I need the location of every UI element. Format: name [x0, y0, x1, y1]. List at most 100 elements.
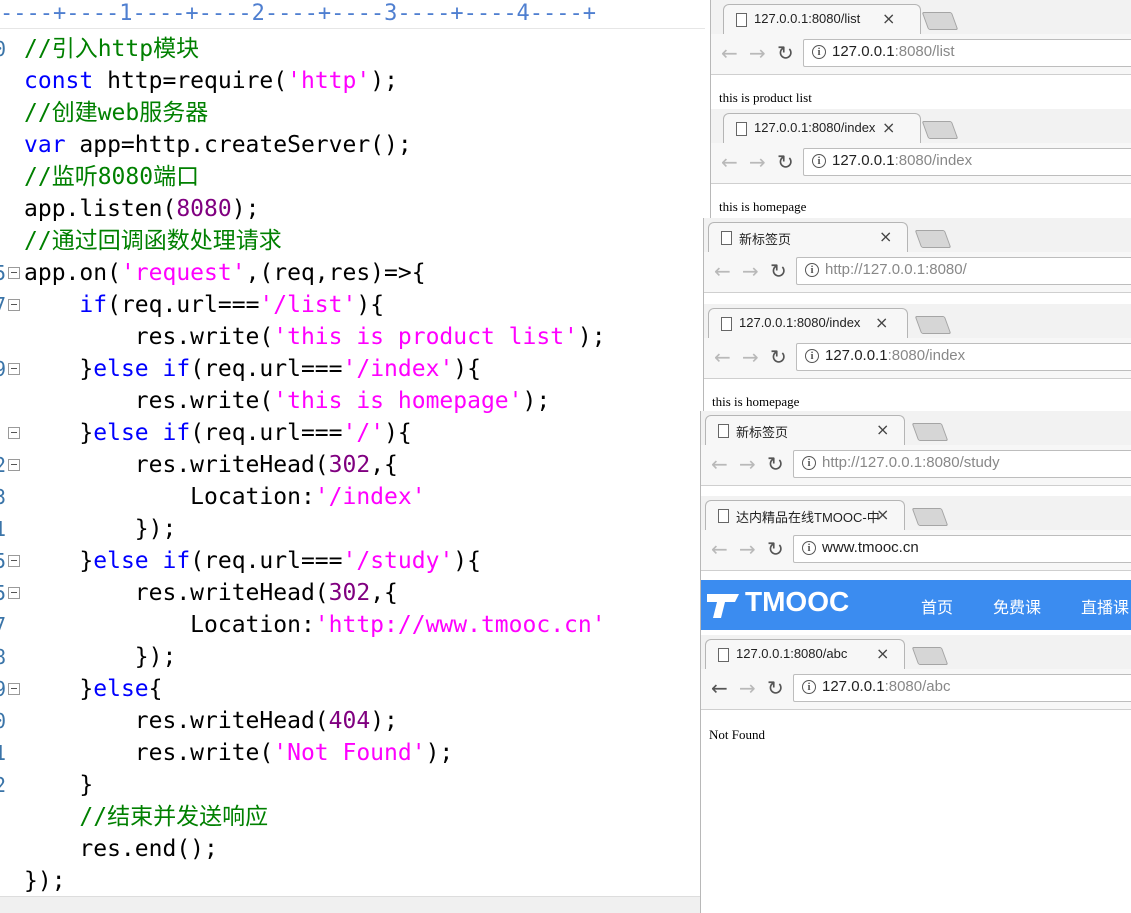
- browser-tab[interactable]: 127.0.0.1:8080/index ×: [723, 113, 921, 143]
- new-tab-button[interactable]: [911, 647, 949, 665]
- code-token: //创建web服务器: [24, 100, 209, 126]
- forward-arrow-icon[interactable]: →: [739, 538, 756, 560]
- address-bar[interactable]: i 127.0.0.1:8080/index: [796, 343, 1131, 371]
- line-number: 7: [0, 613, 7, 637]
- info-icon[interactable]: i: [802, 541, 816, 555]
- fold-toggle-icon[interactable]: [8, 683, 20, 695]
- fold-toggle-icon[interactable]: [8, 587, 20, 599]
- address-bar[interactable]: i 127.0.0.1:8080/index: [803, 148, 1131, 176]
- fold-toggle-icon[interactable]: [8, 363, 20, 375]
- info-icon[interactable]: i: [812, 154, 826, 168]
- forward-arrow-icon[interactable]: →: [742, 346, 759, 368]
- close-icon[interactable]: ×: [882, 118, 895, 137]
- back-arrow-icon[interactable]: ←: [714, 346, 731, 368]
- site-nav-item[interactable]: 首页: [921, 594, 953, 618]
- browser-tab[interactable]: 新标签页 ×: [705, 415, 905, 445]
- fold-toggle-icon[interactable]: [8, 427, 20, 439]
- info-icon[interactable]: i: [805, 263, 819, 277]
- browser-toolbar: ← → ↻ i 127.0.0.1:8080/list: [711, 34, 1131, 75]
- reload-icon[interactable]: ↻: [777, 151, 794, 173]
- browser-tab[interactable]: 达内精品在线TMOOC-中 ×: [705, 500, 905, 530]
- browser-tab[interactable]: 127.0.0.1:8080/index ×: [708, 308, 908, 338]
- forward-arrow-icon[interactable]: →: [742, 260, 759, 282]
- forward-arrow-icon[interactable]: →: [739, 453, 756, 475]
- tab-title: 新标签页: [736, 425, 789, 440]
- address-bar[interactable]: i www.tmooc.cn: [793, 535, 1131, 563]
- code-token: 'this is homepage': [273, 388, 523, 414]
- tab-strip: 达内精品在线TMOOC-中 ×: [701, 496, 1131, 530]
- new-tab-button[interactable]: [914, 230, 952, 248]
- info-icon[interactable]: i: [802, 680, 816, 694]
- page-content-text: Not Found: [709, 727, 765, 742]
- code-token: (req.url===: [190, 420, 343, 446]
- fold-toggle-icon[interactable]: [8, 459, 20, 471]
- new-tab-button[interactable]: [911, 423, 949, 441]
- back-arrow-icon[interactable]: ←: [721, 151, 738, 173]
- code-editor[interactable]: ----+----1----+----2----+----3----+----4…: [0, 0, 705, 913]
- tmooc-logo-icon: [707, 594, 739, 618]
- code-token: res.writeHead(: [24, 708, 329, 734]
- close-icon[interactable]: ×: [879, 227, 892, 246]
- back-arrow-icon[interactable]: ←: [711, 453, 728, 475]
- reload-icon[interactable]: ↻: [767, 538, 784, 560]
- browser-toolbar: ← → ↻ i www.tmooc.cn: [701, 530, 1131, 571]
- browser-tab[interactable]: 新标签页 ×: [708, 222, 908, 252]
- address-bar[interactable]: i http://127.0.0.1:8080/: [796, 257, 1131, 285]
- close-icon[interactable]: ×: [876, 420, 889, 439]
- info-icon[interactable]: i: [802, 456, 816, 470]
- reload-icon[interactable]: ↻: [770, 260, 787, 282]
- horizontal-scrollbar[interactable]: [0, 896, 705, 913]
- code-token: '/study': [342, 548, 454, 574]
- code-token: res.write(: [24, 324, 274, 350]
- forward-arrow-icon[interactable]: →: [739, 677, 756, 699]
- address-bar[interactable]: i 127.0.0.1:8080/list: [803, 39, 1131, 67]
- page-icon: [736, 122, 747, 136]
- browser-tab[interactable]: 127.0.0.1:8080/abc ×: [705, 639, 905, 669]
- address-bar[interactable]: i http://127.0.0.1:8080/study: [793, 450, 1131, 478]
- forward-arrow-icon[interactable]: →: [749, 151, 766, 173]
- address-bar[interactable]: i 127.0.0.1:8080/abc: [793, 674, 1131, 702]
- new-tab-button[interactable]: [914, 316, 952, 334]
- page-content-text: this is homepage: [719, 199, 807, 214]
- info-icon[interactable]: i: [805, 349, 819, 363]
- site-nav-item[interactable]: 直播课: [1081, 594, 1129, 618]
- url-host: 127.0.0.1: [825, 347, 888, 364]
- close-icon[interactable]: ×: [876, 644, 889, 663]
- fold-toggle-icon[interactable]: [8, 267, 20, 279]
- close-icon[interactable]: ×: [882, 9, 895, 28]
- code-token: 404: [328, 708, 371, 734]
- info-icon[interactable]: i: [812, 45, 826, 59]
- new-tab-button[interactable]: [921, 12, 959, 30]
- line-number: 8: [0, 645, 7, 669]
- new-tab-button[interactable]: [911, 508, 949, 526]
- url-text: 127.0.0.1:8080/index: [825, 347, 965, 364]
- close-icon[interactable]: ×: [876, 505, 889, 524]
- browser-window: 127.0.0.1:8080/index × ← → ↻ i 127.0.0.1:8080/…: [703, 304, 1131, 414]
- reload-icon[interactable]: ↻: [777, 42, 794, 64]
- fold-toggle-icon[interactable]: [8, 299, 20, 311]
- back-arrow-icon[interactable]: ←: [721, 42, 738, 64]
- browser-tab[interactable]: 127.0.0.1:8080/list ×: [723, 4, 921, 34]
- url-path: :8080/index: [894, 152, 973, 169]
- reload-icon[interactable]: ↻: [770, 346, 787, 368]
- code-line: //引入http模块: [24, 33, 199, 65]
- tab-strip: 127.0.0.1:8080/index ×: [711, 109, 1131, 143]
- reload-icon[interactable]: ↻: [767, 677, 784, 699]
- code-token: ){: [453, 548, 481, 574]
- back-arrow-icon[interactable]: ←: [711, 677, 728, 699]
- code-line: if(req.url==='/list'){: [24, 289, 384, 321]
- site-nav-item[interactable]: 免费课: [993, 594, 1041, 618]
- fold-toggle-icon[interactable]: [8, 555, 20, 567]
- reload-icon[interactable]: ↻: [767, 453, 784, 475]
- code-token: ,{: [370, 452, 398, 478]
- code-token: //结束并发送响应: [79, 804, 269, 830]
- code-token: //引入http模块: [24, 36, 200, 62]
- page-icon: [721, 317, 732, 331]
- forward-arrow-icon[interactable]: →: [749, 42, 766, 64]
- new-tab-button[interactable]: [921, 121, 959, 139]
- close-icon[interactable]: ×: [875, 313, 888, 332]
- back-arrow-icon[interactable]: ←: [711, 538, 728, 560]
- back-arrow-icon[interactable]: ←: [714, 260, 731, 282]
- code-token: );: [577, 324, 606, 350]
